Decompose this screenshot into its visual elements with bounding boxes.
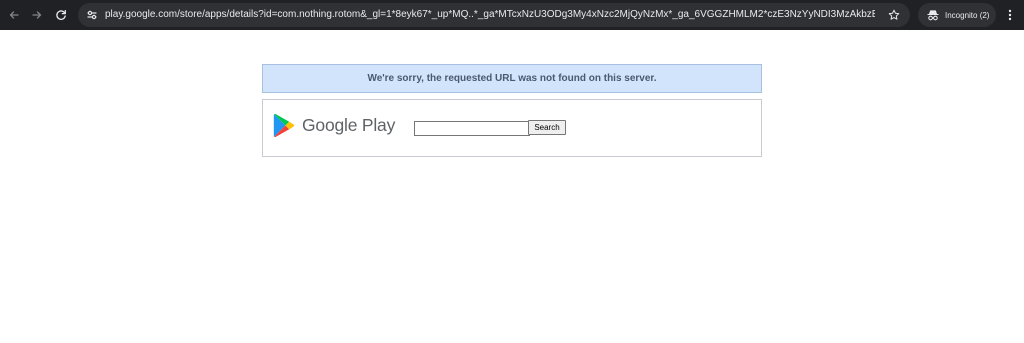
browser-menu-button[interactable] — [1002, 5, 1018, 25]
search-panel: Google Play Search — [262, 99, 762, 157]
reload-button[interactable] — [51, 5, 71, 25]
search-button[interactable]: Search — [528, 120, 566, 135]
incognito-chip[interactable]: Incognito (2) — [918, 3, 996, 27]
star-icon — [888, 9, 900, 20]
arrow-right-icon — [32, 11, 42, 19]
incognito-icon — [926, 8, 940, 22]
search-input[interactable] — [414, 121, 530, 136]
tune-icon — [87, 10, 97, 20]
url-text[interactable]: play.google.com/store/apps/details?id=co… — [105, 8, 875, 22]
play-triangle-icon — [273, 113, 295, 137]
back-button[interactable] — [4, 5, 24, 25]
arrow-left-icon — [9, 11, 19, 19]
site-info-button[interactable] — [84, 7, 100, 23]
bookmark-button[interactable] — [886, 7, 902, 23]
address-bar[interactable]: play.google.com/store/apps/details?id=co… — [78, 3, 910, 27]
reload-icon — [56, 9, 66, 20]
more-vert-icon — [1008, 9, 1012, 21]
error-message: We're sorry, the requested URL was not f… — [367, 73, 657, 84]
browser-toolbar: play.google.com/store/apps/details?id=co… — [0, 0, 1024, 30]
google-play-logo[interactable]: Google Play — [273, 112, 395, 138]
error-banner: We're sorry, the requested URL was not f… — [262, 64, 762, 93]
incognito-label: Incognito (2) — [945, 10, 990, 20]
forward-button[interactable] — [27, 5, 47, 25]
logo-text: Google Play — [302, 114, 396, 135]
